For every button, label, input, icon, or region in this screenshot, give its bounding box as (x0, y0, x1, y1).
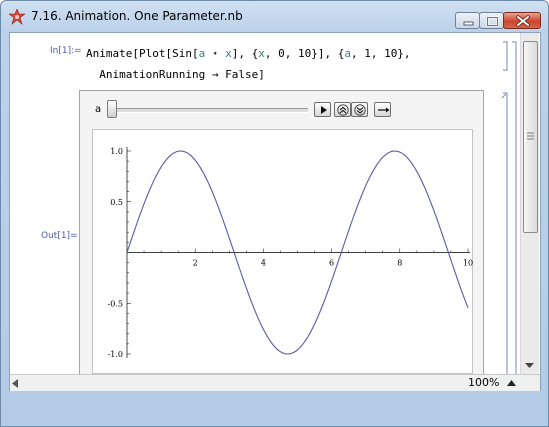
double-chevron-down-icon (354, 104, 366, 116)
window-title: 7.16. Animation. One Parameter.nb (31, 9, 243, 23)
animation-slider-thumb[interactable] (107, 100, 117, 118)
sine-plot: 2 4 6 8 10 1.0 0.5 -0.5 -1.0 (108, 147, 473, 359)
zoom-up-arrow-icon[interactable] (507, 380, 516, 386)
direction-button[interactable] (374, 102, 391, 117)
y-tick-label: 0.5 (110, 198, 123, 207)
vertical-scrollbar[interactable] (520, 33, 539, 374)
scrollbar-thumb[interactable] (523, 41, 538, 233)
y-tick-label: 1.0 (110, 147, 123, 156)
play-button[interactable] (314, 102, 331, 117)
status-bar: 100% (10, 374, 540, 391)
minimize-button[interactable] (455, 12, 480, 29)
code-operator: ⋆ (205, 47, 226, 60)
code-line-2: AnimationRunning → False] (99, 68, 265, 81)
maximize-button[interactable] (479, 12, 504, 29)
scroll-down-icon[interactable] (525, 363, 534, 369)
arrow-right-icon (378, 107, 390, 113)
code-part: , 0, 10}], { (264, 47, 345, 60)
code-variable: x (258, 47, 265, 60)
output-cell-label: Out[1]= (41, 231, 78, 241)
x-tick-label: 8 (397, 259, 402, 268)
cell-brackets[interactable] (500, 38, 520, 388)
double-chevron-up-icon (337, 104, 349, 116)
x-tick-label: 2 (193, 259, 198, 268)
code-part: Animate[Plot[Sin[ (86, 47, 199, 60)
x-tick-label: 6 (329, 259, 334, 268)
animation-slider-track[interactable] (110, 108, 308, 113)
minimize-icon (463, 21, 474, 26)
mathematica-spikey-icon (9, 9, 25, 25)
input-cell-code[interactable]: Animate[Plot[Sin[a ⋆ x], {x, 0, 10}], {a… (86, 43, 411, 85)
scroll-left-icon[interactable] (12, 379, 18, 388)
close-button[interactable] (503, 12, 541, 29)
animation-variable-label: a (95, 104, 102, 115)
y-tick-label: -1.0 (108, 350, 123, 359)
slower-button[interactable] (351, 102, 368, 117)
code-variable: a (344, 47, 351, 60)
zoom-level[interactable]: 100% (468, 376, 499, 389)
maximize-icon (486, 16, 499, 27)
input-cell-label: In[1]:= (50, 46, 82, 56)
title-bar[interactable]: 7.16. Animation. One Parameter.nb (1, 1, 548, 31)
plot-frame: 2 4 6 8 10 1.0 0.5 -0.5 -1.0 (92, 129, 473, 374)
notebook-window: 7.16. Animation. One Parameter.nb In[1]:… (0, 0, 549, 427)
code-part: , 1, 10}, (350, 47, 411, 60)
play-icon (321, 106, 327, 114)
code-variable: x (225, 47, 232, 60)
x-tick-label: 10 (463, 259, 473, 268)
code-part: ], { (231, 47, 259, 60)
close-icon (516, 15, 530, 27)
x-tick-label: 4 (261, 259, 266, 268)
animate-panel: a 2 4 6 8 10 1.0 0.5 -0.5 -1.0 (79, 90, 484, 380)
notebook-content[interactable]: In[1]:= Animate[Plot[Sin[a ⋆ x], {x, 0, … (9, 32, 541, 391)
faster-button[interactable] (334, 102, 351, 117)
y-tick-label: -0.5 (108, 299, 123, 308)
grip-icon (527, 132, 534, 140)
